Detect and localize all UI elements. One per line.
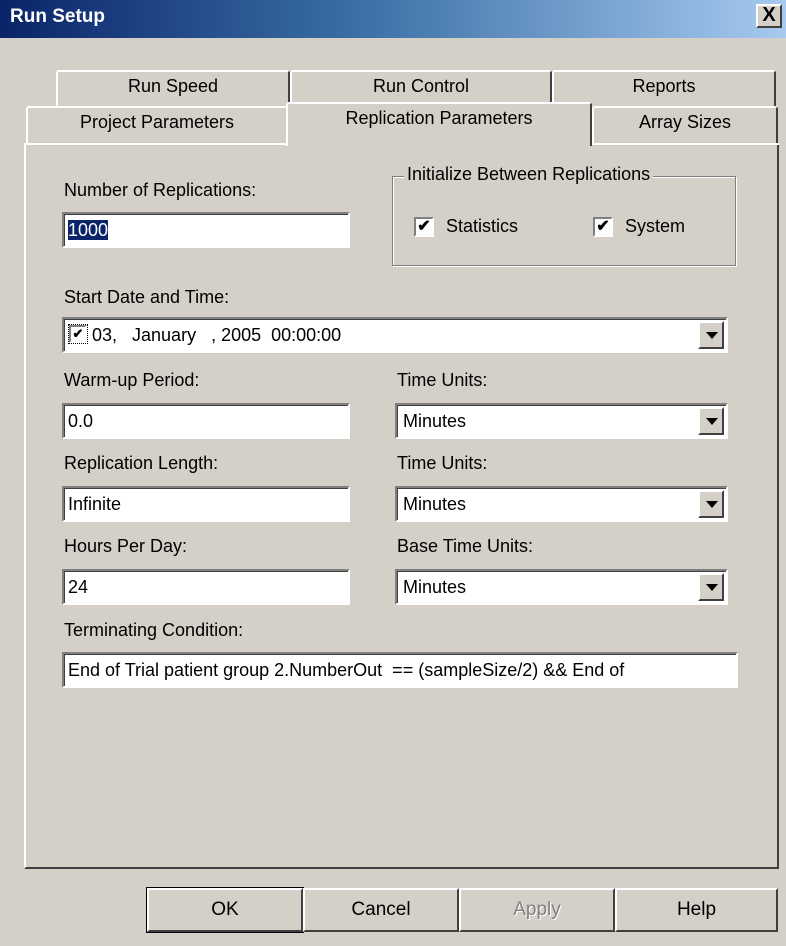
check-icon: ✔ bbox=[596, 218, 610, 235]
cancel-button[interactable]: Cancel bbox=[303, 888, 459, 932]
chevron-down-icon[interactable] bbox=[698, 321, 724, 349]
panel-top-edge bbox=[590, 143, 779, 145]
cancel-label: Cancel bbox=[351, 899, 411, 920]
check-icon: ✔ bbox=[417, 218, 431, 235]
tab-label: Reports bbox=[632, 76, 696, 96]
hours-per-day-label: Hours Per Day: bbox=[64, 536, 188, 556]
base-units-value: Minutes bbox=[403, 577, 467, 597]
tab-label: Run Control bbox=[372, 76, 470, 96]
rep-length-value: Infinite bbox=[68, 494, 122, 514]
num-replications-input[interactable]: 1000 bbox=[62, 212, 350, 248]
warmup-units-label: Time Units: bbox=[397, 370, 488, 390]
rep-length-units-value: Minutes bbox=[403, 494, 467, 514]
ok-button[interactable]: OK bbox=[146, 887, 304, 933]
ok-label: OK bbox=[211, 899, 239, 920]
num-replications-label: Number of Replications: bbox=[64, 180, 257, 200]
statistics-label: Statistics bbox=[446, 216, 519, 236]
terminating-condition-value: End of Trial patient group 2.NumberOut =… bbox=[68, 660, 625, 680]
apply-button[interactable]: Apply bbox=[459, 888, 615, 932]
help-button[interactable]: Help bbox=[615, 888, 778, 932]
run-setup-dialog: Run Setup X Run Speed Run Control Report… bbox=[0, 0, 786, 946]
tab-label: Run Speed bbox=[127, 76, 219, 96]
help-label: Help bbox=[676, 899, 717, 920]
chevron-down-icon[interactable] bbox=[698, 407, 724, 435]
start-date-enable-checkbox[interactable]: ✔ bbox=[68, 324, 88, 344]
apply-label: Apply bbox=[513, 899, 561, 920]
chevron-down-icon[interactable] bbox=[698, 490, 724, 518]
tab-project-parameters[interactable]: Project Parameters bbox=[26, 106, 288, 144]
warmup-label: Warm-up Period: bbox=[64, 370, 200, 390]
warmup-units-select[interactable]: Minutes bbox=[395, 403, 728, 439]
terminating-condition-label: Terminating Condition: bbox=[64, 620, 244, 640]
rep-length-input[interactable]: Infinite bbox=[62, 486, 350, 522]
base-units-select[interactable]: Minutes bbox=[395, 569, 728, 605]
rep-length-units-select[interactable]: Minutes bbox=[395, 486, 728, 522]
close-icon: X bbox=[762, 4, 776, 26]
num-replications-value: 1000 bbox=[68, 220, 109, 240]
system-label: System bbox=[625, 216, 686, 236]
base-units-label: Base Time Units: bbox=[397, 536, 534, 556]
rep-length-label: Replication Length: bbox=[64, 453, 219, 473]
warmup-value: 0.0 bbox=[68, 411, 94, 431]
title-bar[interactable]: Run Setup X bbox=[0, 0, 786, 38]
warmup-input[interactable]: 0.0 bbox=[62, 403, 350, 439]
hours-per-day-input[interactable]: 24 bbox=[62, 569, 350, 605]
start-date-value: 03, January , 2005 00:00:00 bbox=[92, 325, 342, 345]
tab-replication-parameters[interactable]: Replication Parameters bbox=[286, 102, 592, 146]
tab-run-speed[interactable]: Run Speed bbox=[56, 70, 290, 108]
terminating-condition-input[interactable]: End of Trial patient group 2.NumberOut =… bbox=[62, 652, 738, 688]
statistics-checkbox[interactable]: ✔ bbox=[414, 217, 434, 237]
tab-label: Replication Parameters bbox=[345, 108, 533, 128]
start-date-label: Start Date and Time: bbox=[64, 287, 230, 307]
start-date-picker[interactable]: ✔ 03, January , 2005 00:00:00 bbox=[62, 317, 728, 353]
tab-array-sizes[interactable]: Array Sizes bbox=[592, 106, 778, 144]
window-title: Run Setup bbox=[10, 6, 105, 27]
check-icon: ✔ bbox=[72, 326, 84, 341]
hours-per-day-value: 24 bbox=[68, 577, 89, 597]
warmup-units-value: Minutes bbox=[403, 411, 467, 431]
rep-length-units-label: Time Units: bbox=[397, 453, 488, 473]
panel-top-edge bbox=[24, 143, 288, 145]
system-checkbox[interactable]: ✔ bbox=[593, 217, 613, 237]
tab-label: Project Parameters bbox=[79, 112, 235, 132]
chevron-down-icon[interactable] bbox=[698, 573, 724, 601]
initialize-group-title: Initialize Between Replications bbox=[404, 164, 654, 185]
tab-label: Array Sizes bbox=[638, 112, 732, 132]
close-button[interactable]: X bbox=[756, 4, 782, 28]
